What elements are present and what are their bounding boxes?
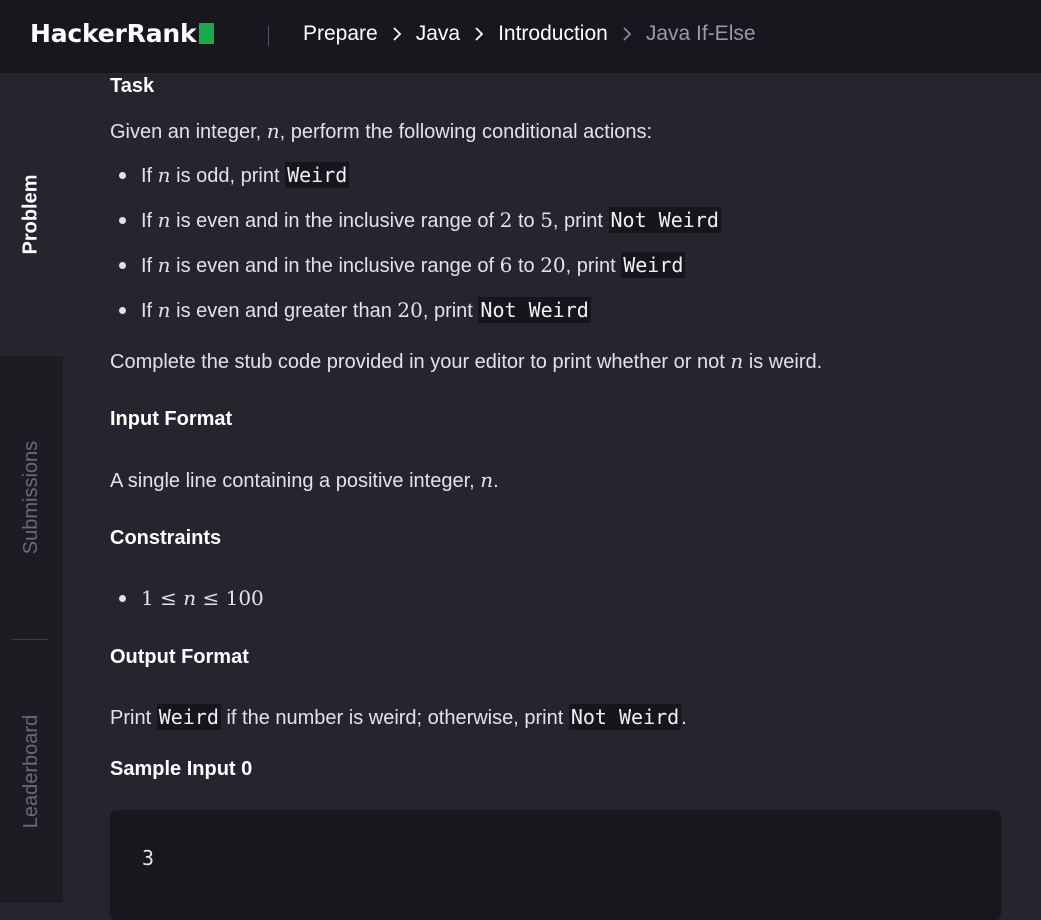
tab-problem[interactable]: Problem: [0, 73, 63, 356]
constraints-list: 1 ≤ n ≤ 100: [110, 584, 264, 629]
output-format-heading: Output Format: [110, 646, 249, 668]
logo-text: HackerRank: [30, 19, 197, 48]
chevron-right-icon: [470, 25, 488, 43]
list-item: If n is even and in the inclusive range …: [110, 206, 721, 251]
list-item: If n is odd, print Weird: [110, 161, 721, 206]
sample-input-heading: Sample Input 0: [110, 758, 253, 780]
breadcrumb-introduction[interactable]: Introduction: [498, 22, 608, 46]
breadcrumb: Prepare Java Introduction Java If-Else: [303, 22, 756, 46]
breadcrumb-current: Java If-Else: [645, 22, 756, 45]
intro-text-a: Given an integer,: [110, 121, 267, 143]
complete-instruction: Complete the stub code provided in your …: [110, 349, 823, 373]
list-item: If n is even and in the inclusive range …: [110, 251, 721, 296]
logo-divider: [268, 26, 269, 46]
hackerrank-logo[interactable]: HackerRank: [30, 19, 215, 48]
tab-submissions[interactable]: Submissions: [0, 356, 63, 639]
list-item: If n is even and greater than 20, print …: [110, 296, 721, 341]
list-item: 1 ≤ n ≤ 100: [110, 584, 264, 629]
task-heading: Task: [110, 75, 155, 97]
tab-problem-label: Problem: [20, 174, 42, 255]
rules-list: If n is odd, print Weird If n is even an…: [110, 161, 721, 341]
output-format-text: Print Weird if the number is weird; othe…: [110, 704, 687, 730]
intro-var: n: [266, 119, 280, 143]
tab-submissions-label: Submissions: [20, 440, 43, 555]
tab-leaderboard[interactable]: Leaderboard: [0, 639, 63, 903]
input-format-heading: Input Format: [110, 408, 233, 430]
side-nav: Problem Submissions Leaderboard: [0, 73, 63, 903]
input-format-text: A single line containing a positive inte…: [110, 468, 499, 492]
chevron-right-icon: [388, 25, 406, 43]
tab-leaderboard-label: Leaderboard: [20, 714, 42, 828]
sample-input-value: 3: [142, 846, 155, 870]
intro-text-b: , perform the following conditional acti…: [279, 121, 653, 143]
task-intro: Given an integer, n, perform the followi…: [110, 119, 652, 144]
top-bar: HackerRank Prepare Java Introduction Jav…: [0, 0, 1041, 73]
logo-cursor-icon: [199, 23, 215, 44]
sample-input-box: 3: [110, 810, 1001, 920]
chevron-right-icon: [618, 25, 636, 43]
constraints-heading: Constraints: [110, 527, 222, 549]
breadcrumb-prepare[interactable]: Prepare: [303, 22, 378, 46]
breadcrumb-java[interactable]: Java: [416, 22, 460, 46]
